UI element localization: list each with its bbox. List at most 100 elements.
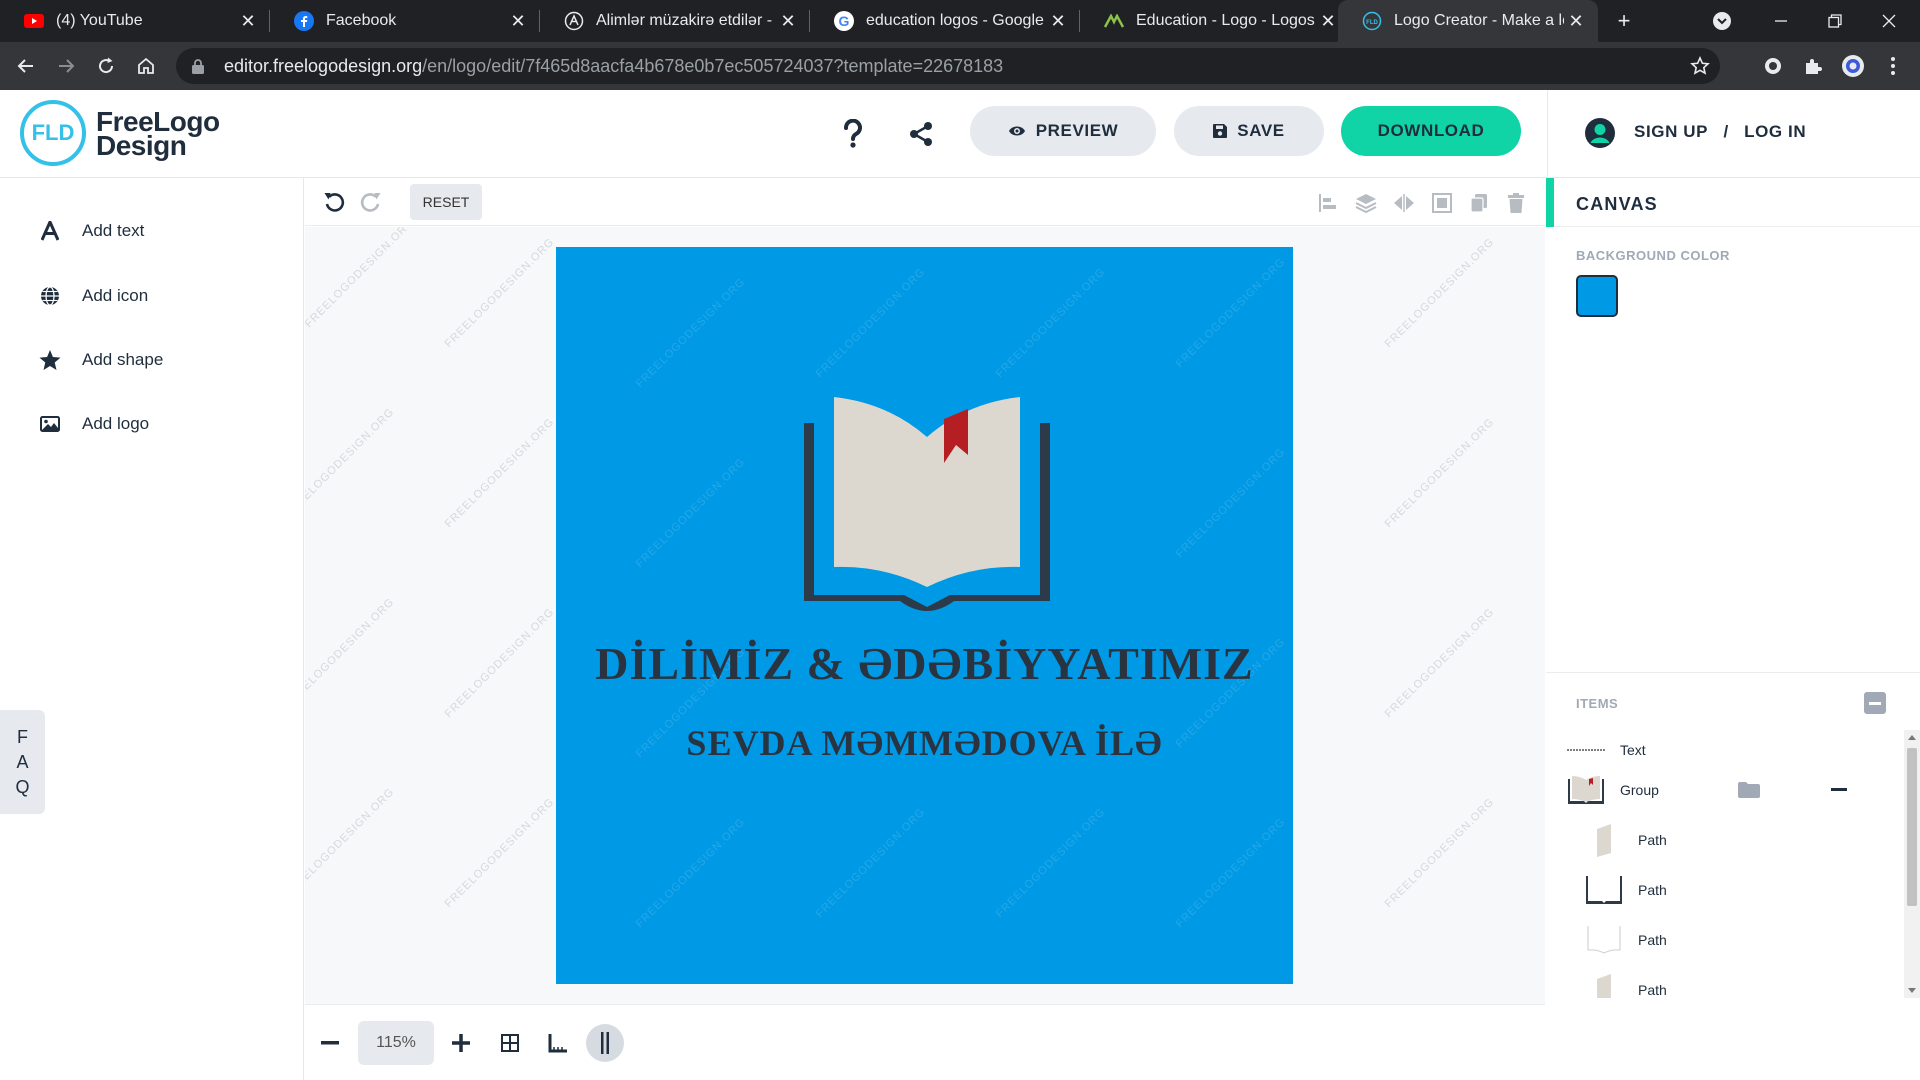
forward-icon[interactable] [48, 48, 84, 84]
minimize-icon[interactable] [1758, 0, 1804, 42]
redo-icon[interactable] [355, 186, 387, 218]
image-icon [38, 412, 62, 436]
browser-tab-alimler[interactable]: Alimlər müzakirə etdilər - "Ana ✕ [540, 0, 810, 42]
download-button[interactable]: DOWNLOAD [1341, 106, 1521, 156]
tab-title: Logo Creator - Make a logo [1394, 12, 1564, 29]
ruler-icon[interactable] [539, 1024, 577, 1062]
flip-horizontal-icon[interactable] [1391, 190, 1417, 216]
browser-tab-youtube[interactable]: (4) YouTube ✕ [0, 0, 270, 42]
svg-text:FLD: FLD [1366, 20, 1378, 26]
list-item[interactable]: Text [1566, 730, 1904, 770]
editor-toolbar: RESET [305, 178, 1545, 226]
watermark: FREELOGODESIGN.ORG [1382, 235, 1497, 351]
address-bar[interactable]: editor.freelogodesign.org/en/logo/edit/7… [176, 48, 1720, 84]
profile-avatar-icon[interactable] [1835, 48, 1871, 84]
youtube-icon [24, 11, 44, 31]
page-path-thumbnail [1584, 823, 1624, 857]
new-tab-button[interactable]: + [1601, 0, 1647, 42]
lock-icon [192, 58, 206, 74]
items-scrollbar[interactable] [1904, 730, 1920, 998]
guides-toggle-icon[interactable] [586, 1024, 624, 1062]
sidebar-item-add-text[interactable]: Add text [38, 211, 144, 251]
close-tab-icon[interactable]: ✕ [1046, 9, 1070, 33]
zoom-out-icon[interactable] [311, 1024, 349, 1062]
home-icon[interactable] [128, 48, 164, 84]
item-label: Text [1620, 742, 1646, 758]
open-book-icon[interactable] [804, 395, 1050, 621]
folder-icon[interactable] [1738, 782, 1760, 798]
share-icon[interactable] [899, 112, 943, 156]
list-item[interactable]: Path [1584, 820, 1904, 860]
bookmark-star-icon[interactable] [1688, 54, 1712, 78]
list-item[interactable]: Path [1584, 970, 1904, 998]
logo-line-2: Design [96, 130, 187, 161]
site-logo-mark[interactable]: FLD [20, 100, 86, 166]
fit-to-canvas-icon[interactable] [1429, 190, 1455, 216]
extensions-puzzle-icon[interactable] [1795, 48, 1831, 84]
close-tab-icon[interactable]: ✕ [1564, 9, 1588, 33]
watermark: FREELOGODESIGN.ORG [1173, 255, 1288, 371]
save-button[interactable]: SAVE [1174, 106, 1324, 156]
close-tab-icon[interactable]: ✕ [1316, 9, 1340, 33]
sidebar-item-add-icon[interactable]: Add icon [38, 276, 148, 316]
close-tab-icon[interactable]: ✕ [506, 9, 530, 33]
trash-icon[interactable] [1503, 190, 1529, 216]
close-tab-icon[interactable]: ✕ [776, 9, 800, 33]
scrollbar-thumb[interactable] [1907, 748, 1917, 906]
preview-button[interactable]: PREVIEW [970, 106, 1156, 156]
watermark: FREELOGODESIGN.ORG [813, 805, 928, 921]
left-sidebar: Add text Add icon Add shape Add logo F A… [0, 178, 304, 1080]
tab-title: Education - Logo - Logos & Brands [1136, 12, 1316, 29]
browser-tab-logo-creator[interactable]: FLD Logo Creator - Make a logo ✕ [1338, 0, 1598, 42]
reset-button[interactable]: RESET [410, 184, 482, 220]
grid-icon[interactable] [491, 1024, 529, 1062]
tab-search-icon[interactable] [1699, 0, 1745, 42]
preview-label: PREVIEW [1035, 121, 1119, 140]
duplicate-icon[interactable] [1466, 190, 1492, 216]
logo-artboard[interactable]: FREELOGODESIGN.ORG FREELOGODESIGN.ORG FR… [556, 247, 1293, 984]
collapse-group-icon[interactable] [1831, 788, 1847, 791]
back-icon[interactable] [8, 48, 44, 84]
browser-tab-google[interactable]: G education logos - Google Search ✕ [810, 0, 1080, 42]
zoom-in-icon[interactable] [442, 1024, 480, 1062]
watermark: FREELOGODESIGN.ORG [1382, 415, 1497, 531]
url-text: editor.freelogodesign.org/en/logo/edit/7… [224, 56, 1003, 77]
item-label: Path [1638, 932, 1667, 948]
app-header: FLD FreeLogo Design PREVIEW SAVE DOWNLOA… [0, 90, 1920, 178]
browser-tab-logomaker[interactable]: Education - Logo - Logos & Brands ✕ [1080, 0, 1350, 42]
signup-link[interactable]: SIGN UP [1634, 122, 1708, 142]
close-tab-icon[interactable]: ✕ [236, 9, 260, 33]
align-left-icon[interactable] [1315, 190, 1341, 216]
item-label: Path [1638, 832, 1667, 848]
site-logo-wordmark[interactable]: FreeLogo Design [96, 108, 220, 161]
sidebar-item-add-shape[interactable]: Add shape [38, 340, 163, 380]
list-item[interactable]: Path [1584, 870, 1904, 910]
watermark: FREELOGODESIGN.ORG [305, 785, 397, 901]
layers-icon[interactable] [1353, 190, 1379, 216]
logo-subtitle-text[interactable]: SEVDA MƏMMƏDOVA İLƏ [556, 722, 1293, 764]
watermark: FREELOGODESIGN.ORG [442, 235, 557, 351]
scroll-down-icon[interactable] [1908, 988, 1916, 993]
login-link[interactable]: LOG IN [1744, 122, 1806, 142]
reload-icon[interactable] [88, 48, 124, 84]
list-item[interactable]: Group [1566, 770, 1904, 810]
zoom-level[interactable]: 115% [358, 1021, 434, 1065]
faq-tab[interactable]: F A Q [0, 710, 45, 814]
scroll-up-icon[interactable] [1908, 735, 1916, 740]
restore-icon[interactable] [1812, 0, 1858, 42]
list-item[interactable]: Path [1584, 920, 1904, 960]
header-divider [1547, 90, 1548, 178]
undo-icon[interactable] [318, 186, 350, 218]
browser-menu-icon[interactable] [1875, 48, 1911, 84]
sidebar-item-add-logo[interactable]: Add logo [38, 404, 149, 444]
browser-tab-facebook[interactable]: Facebook ✕ [270, 0, 540, 42]
help-icon[interactable] [831, 112, 875, 156]
sidebar-item-label: Add text [82, 221, 145, 240]
watermark: FREELOGODESIGN.ORG [993, 805, 1108, 921]
extension-circle-icon[interactable] [1755, 48, 1791, 84]
logo-title-text[interactable]: DİLİMİZ & ƏDƏBİYYATIMIZ [556, 637, 1293, 690]
background-color-swatch[interactable] [1576, 275, 1618, 317]
collapse-items-button[interactable] [1864, 692, 1886, 714]
close-window-icon[interactable] [1866, 0, 1912, 42]
watermark: FREELOGODESIGN.ORG [1173, 445, 1288, 561]
